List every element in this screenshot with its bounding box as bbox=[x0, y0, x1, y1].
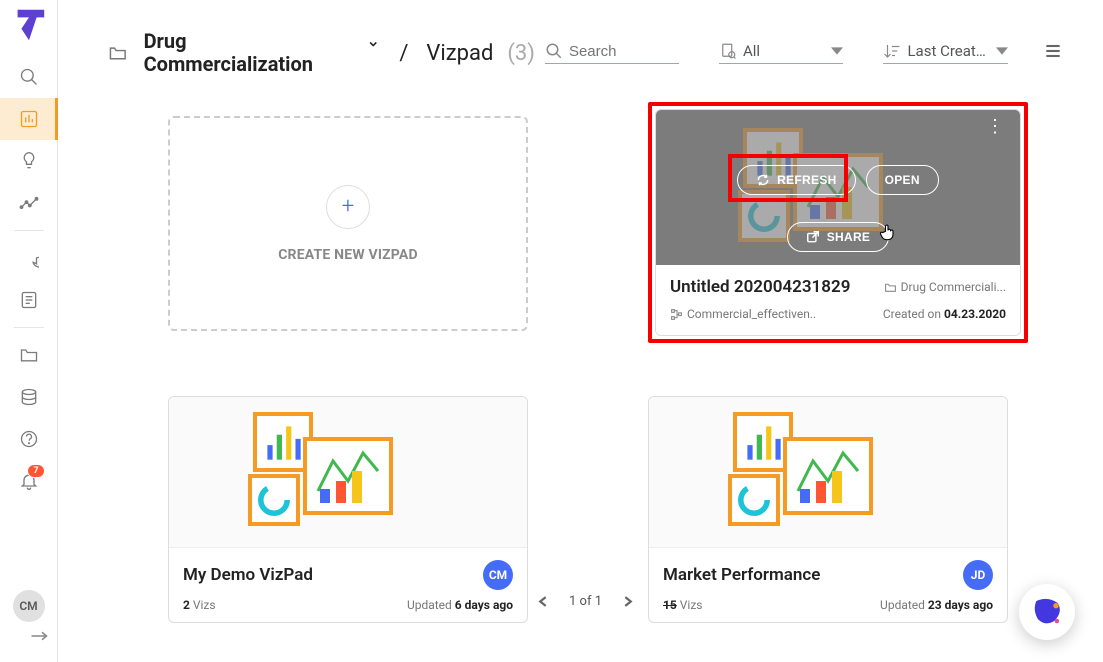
search-input[interactable] bbox=[569, 43, 679, 60]
vizpad-card[interactable]: Market Performance JD 15 Vizs Updated 23… bbox=[648, 396, 1008, 623]
card-folder: Drug Commerciali... bbox=[884, 280, 1006, 294]
pagination: 1 of 1 bbox=[108, 594, 1063, 609]
nav-insights[interactable] bbox=[0, 140, 58, 182]
folder-icon bbox=[108, 42, 128, 64]
divider bbox=[14, 327, 44, 328]
sort-label: Last Creat… bbox=[907, 42, 996, 60]
nav-doc[interactable] bbox=[0, 279, 58, 321]
highlight-box bbox=[728, 154, 848, 202]
collapse-sidebar[interactable] bbox=[0, 630, 58, 652]
card-menu[interactable]: ⋮ bbox=[986, 122, 1004, 131]
card-thumbnail bbox=[169, 397, 527, 547]
vizpad-card[interactable]: My Demo VizPad CM 2 Vizs Updated 6 days … bbox=[168, 396, 528, 623]
card-thumbnail: ⋮ REFRESH OPEN SHARE bbox=[656, 110, 1020, 265]
open-label: OPEN bbox=[885, 173, 920, 187]
next-page[interactable] bbox=[622, 596, 633, 607]
sidebar: 7 CM bbox=[0, 0, 58, 662]
create-label: CREATE NEW VIZPAD bbox=[278, 247, 418, 263]
chevron-down-icon[interactable] bbox=[367, 37, 379, 51]
owner-avatar: CM bbox=[483, 560, 513, 590]
filter-label: All bbox=[743, 42, 832, 60]
owner-avatar: JD bbox=[963, 560, 993, 590]
view-list-toggle[interactable] bbox=[1043, 41, 1063, 65]
highlighted-card: ⋮ REFRESH OPEN SHARE bbox=[648, 102, 1028, 343]
card-thumbnail bbox=[649, 397, 1007, 547]
share-button[interactable]: SHARE bbox=[787, 222, 890, 252]
open-button[interactable]: OPEN bbox=[866, 165, 939, 195]
page-label: 1 of 1 bbox=[569, 594, 602, 609]
chevron-down-icon bbox=[831, 45, 843, 57]
project-name[interactable]: Drug Commercialization bbox=[144, 30, 337, 76]
card-title: Market Performance bbox=[663, 565, 820, 585]
sort-dropdown[interactable]: Last Creat… bbox=[883, 42, 1008, 64]
card-dataset: Commercial_effectiven.. bbox=[670, 307, 816, 321]
nav-stack[interactable] bbox=[0, 376, 58, 418]
card-title: Untitled 202004231829 bbox=[670, 277, 850, 297]
create-vizpad-card[interactable]: + CREATE NEW VIZPAD bbox=[168, 116, 528, 331]
nav-chat[interactable] bbox=[0, 237, 58, 279]
card-created: Created on 04.23.2020 bbox=[883, 307, 1006, 321]
search-icon bbox=[545, 42, 563, 60]
nav-trends[interactable] bbox=[0, 182, 58, 224]
share-label: SHARE bbox=[827, 230, 871, 244]
current-user-avatar[interactable]: CM bbox=[13, 590, 45, 622]
share-icon bbox=[806, 230, 820, 244]
sort-icon bbox=[883, 42, 901, 60]
nav-vizpad[interactable] bbox=[0, 98, 58, 140]
breadcrumb[interactable]: Vizpad bbox=[426, 41, 493, 66]
dataset-icon bbox=[670, 308, 683, 321]
divider bbox=[14, 230, 44, 231]
notification-badge: 7 bbox=[27, 464, 44, 478]
cursor-icon bbox=[878, 222, 898, 244]
nav-folder[interactable] bbox=[0, 334, 58, 376]
card-title: My Demo VizPad bbox=[183, 565, 313, 585]
breadcrumb-separator: / bbox=[399, 41, 408, 66]
main-content: Drug Commercialization / Vizpad (3) All … bbox=[58, 0, 1103, 662]
nav-search[interactable] bbox=[0, 56, 58, 98]
filter-dropdown[interactable]: All bbox=[719, 42, 844, 64]
prev-page[interactable] bbox=[538, 596, 549, 607]
assistant-icon bbox=[1029, 594, 1065, 630]
app-logo bbox=[10, 6, 48, 44]
folder-icon bbox=[884, 281, 897, 294]
search-field[interactable] bbox=[545, 42, 679, 64]
filter-icon bbox=[719, 42, 737, 60]
header: Drug Commercialization / Vizpad (3) All … bbox=[108, 30, 1063, 76]
assistant-fab[interactable] bbox=[1019, 584, 1075, 640]
vizpad-card-hovered[interactable]: ⋮ REFRESH OPEN SHARE bbox=[655, 109, 1021, 336]
nav-help[interactable] bbox=[0, 418, 58, 460]
chevron-down-icon bbox=[996, 45, 1008, 57]
breadcrumb-count: (3) bbox=[507, 41, 535, 66]
plus-icon: + bbox=[326, 185, 370, 229]
nav-notifications[interactable]: 7 bbox=[0, 460, 58, 502]
